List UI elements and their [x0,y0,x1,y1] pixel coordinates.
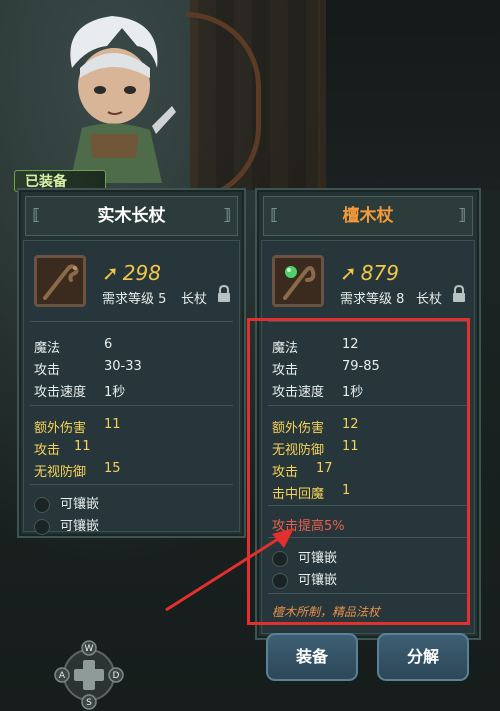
dpad-up-label: W [85,644,94,654]
compared-item-required-level: 需求等级 8 [340,292,405,307]
equipped-item-required-level: 需求等级 5 [102,292,167,307]
socket-label: 可镶嵌 [60,519,100,534]
bracket-ornament: ⟧ [223,205,231,224]
bonus-stat-value: 15 [104,461,121,476]
socket-slot[interactable]: 可镶嵌 [34,493,99,513]
compared-item-icon [272,255,324,307]
bracket-ornament: ⟦ [32,205,40,224]
stat-row: 攻击速度 1秒 [34,381,125,400]
equipped-item-power-value: 298 [122,261,161,285]
stat-label: 攻击 [34,363,61,378]
bracket-ornament: ⟦ [270,205,278,224]
empty-socket-icon [34,496,50,513]
bonus-stat-row: 无视防御 15 [34,461,121,480]
stat-value: 30-33 [104,359,142,374]
bonus-stat-row: 攻击 11 [34,439,91,458]
sandalwood-staff-icon [283,266,316,300]
compared-item-title-bar: ⟦ 檀木杖 ⟧ [263,196,473,236]
divider [30,484,233,485]
compared-item-type: 长杖 [415,292,442,307]
equipped-item-name: 实木长杖 [97,206,166,226]
bracket-ornament: ⟧ [458,205,466,224]
stat-label: 攻击速度 [34,385,87,400]
lock-icon[interactable] [217,285,231,303]
equipped-item-power: ➚ 298 [102,261,161,285]
stat-value: 1秒 [104,385,126,400]
background-wall [320,0,500,190]
decompose-button[interactable]: 分解 [377,633,469,681]
equipped-item-card: ⟦ 实木长杖 ⟧ ➚ 298 需求等级 5 长杖 魔法 6 攻击 30-33 攻击速度… [17,188,246,538]
equipped-item-type: 长杖 [180,292,207,307]
dpad-down-label: S [86,698,92,708]
dpad-control[interactable]: W A D S [54,640,124,710]
bonus-stat-value: 11 [104,417,121,432]
compared-item-name: 檀木杖 [342,206,394,226]
staff-power-icon: ➚ [102,261,119,285]
dpad-left-label: A [59,671,66,681]
socket-slot[interactable]: 可镶嵌 [34,515,99,535]
equipped-item-details: ➚ 298 需求等级 5 长杖 魔法 6 攻击 30-33 攻击速度 1秒 额外伤害 11… [23,240,240,535]
bonus-stat-label: 无视防御 [34,465,87,480]
divider [30,321,233,322]
equipped-item-icon [34,255,86,307]
compared-item-power-value: 879 [360,261,399,285]
equip-button[interactable]: 装备 [266,633,358,681]
bonus-stat-row: 额外伤害 11 [34,417,121,436]
empty-socket-icon [34,518,50,535]
dpad-right-label: D [113,671,120,681]
annotation-arrow [165,528,294,612]
stat-value: 6 [104,337,113,352]
socket-label: 可镶嵌 [60,497,100,512]
hero-portrait [70,16,176,183]
lock-icon[interactable] [452,285,466,303]
stat-row: 魔法 6 [34,337,112,356]
divider [30,405,233,406]
stat-row: 攻击 30-33 [34,359,142,378]
wooden-staff-icon [43,264,79,300]
equipped-item-title-bar: ⟦ 实木长杖 ⟧ [25,196,238,236]
bonus-stat-label: 额外伤害 [34,421,87,436]
staff-power-icon: ➚ [340,261,357,285]
bonus-stat-label: 攻击 [34,443,61,458]
stat-label: 魔法 [34,341,61,356]
bonus-stat-value: 11 [74,439,91,454]
compared-item-power: ➚ 879 [340,261,399,285]
